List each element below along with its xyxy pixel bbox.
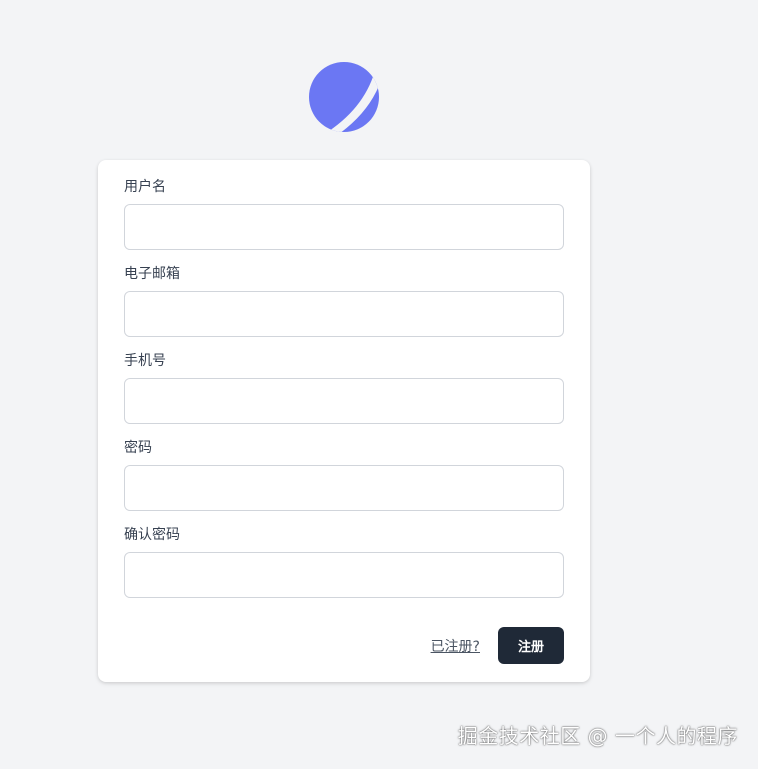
- confirm-password-label: 确认密码: [124, 527, 180, 543]
- form-actions: 已注册? 注册: [431, 627, 564, 664]
- username-field-group: 用户名: [124, 179, 564, 250]
- username-label: 用户名: [124, 179, 166, 195]
- email-label: 电子邮箱: [124, 266, 180, 282]
- username-input[interactable]: [124, 204, 564, 250]
- phone-label: 手机号: [124, 353, 166, 369]
- already-registered-link[interactable]: 已注册?: [431, 636, 480, 656]
- phone-input[interactable]: [124, 378, 564, 424]
- password-label: 密码: [124, 440, 152, 456]
- email-field-group: 电子邮箱: [124, 266, 564, 337]
- register-button[interactable]: 注册: [498, 627, 564, 664]
- password-field-group: 密码: [124, 440, 564, 511]
- register-card: 用户名 电子邮箱 手机号 密码 确认密码 已注册? 注册: [98, 160, 590, 682]
- planet-logo-icon: [309, 62, 379, 132]
- password-input[interactable]: [124, 465, 564, 511]
- confirm-password-field-group: 确认密码: [124, 527, 564, 598]
- phone-field-group: 手机号: [124, 353, 564, 424]
- email-input[interactable]: [124, 291, 564, 337]
- confirm-password-input[interactable]: [124, 552, 564, 598]
- watermark-text: 掘金技术社区 @ 一个人的程序: [457, 724, 738, 748]
